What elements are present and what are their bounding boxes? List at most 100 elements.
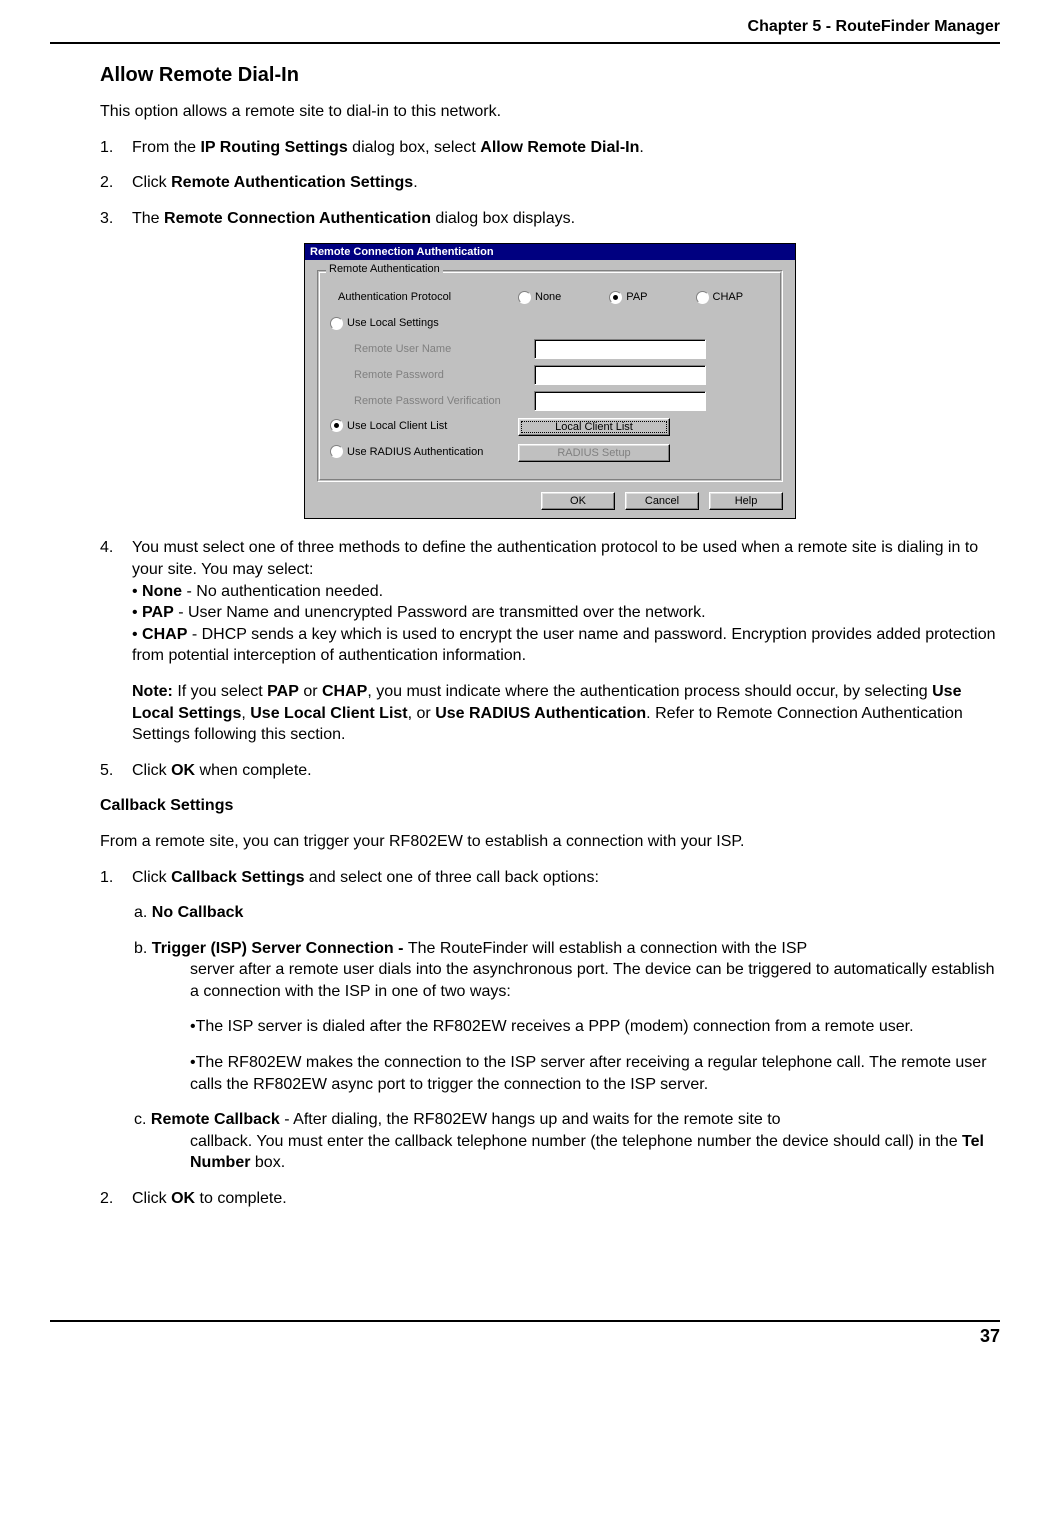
text: . [639,139,643,156]
radio-icon [696,291,709,304]
remote-user-label: Remote User Name [330,343,534,355]
callback-option-b: b. Trigger (ISP) Server Connection - The… [134,938,1000,1003]
callback-step-2: 2. Click OK to complete. [100,1188,1000,1210]
callback-b-bullet2: •The RF802EW makes the connection to the… [190,1052,1000,1095]
text: Click [132,762,171,779]
text: The RouteFinder will establish a connect… [408,940,807,957]
cancel-button[interactable]: Cancel [625,492,699,510]
radio-label: Use Local Settings [347,317,439,329]
text: or [299,683,322,700]
remote-password-label: Remote Password [330,369,534,381]
text: From the [132,139,200,156]
text: a. [134,904,152,921]
text: and select one of three call back option… [304,869,598,886]
radio-label: Use Local Client List [347,420,447,432]
radio-icon [330,445,343,458]
text-bold: Tel Number [190,1133,984,1172]
note-label: Note: [132,683,173,700]
text-bold: Use RADIUS Authentication [435,705,646,722]
ok-button[interactable]: OK [541,492,615,510]
text: The [132,210,164,227]
text-bold: Callback Settings [171,869,304,886]
text-bold: PAP [267,683,299,700]
step-number: 2. [100,172,132,194]
text: • [132,604,142,621]
step-number: 4. [100,537,132,745]
text: dialog box, select [348,139,481,156]
text: . [413,174,417,191]
text: b. [134,940,152,957]
radio-pap[interactable]: PAP [609,291,647,304]
text-bold: CHAP [322,683,367,700]
text-bold: Trigger (ISP) Server Connection - [152,940,408,957]
step-3: 3. The Remote Connection Authentication … [100,208,1000,230]
text: You must select one of three methods to … [132,539,978,578]
callback-option-a: a. No Callback [134,902,1000,924]
dialog-titlebar: Remote Connection Authentication [305,244,795,260]
callback-option-c: c. Remote Callback - After dialing, the … [134,1109,1000,1174]
callback-heading: Callback Settings [100,795,1000,817]
remote-auth-dialog: Remote Connection Authentication Remote … [304,243,796,519]
text-bold: None [142,583,182,600]
radio-use-radius[interactable]: Use RADIUS Authentication [330,445,483,458]
text: - After dialing, the RF802EW hangs up an… [284,1111,780,1128]
step-number: 1. [100,137,132,159]
text-bold: PAP [142,604,174,621]
callback-b-bullet1: •The ISP server is dialed after the RF80… [190,1016,1000,1038]
text: Click [132,174,171,191]
text-bold: CHAP [142,626,187,643]
step-number: 2. [100,1188,132,1210]
radio-label: None [535,291,561,303]
section-title: Allow Remote Dial-In [100,64,1000,87]
text-bold: Allow Remote Dial-In [480,139,639,156]
radio-icon [330,419,343,432]
chapter-header: Chapter 5 - RouteFinder Manager [50,18,1000,44]
callback-step-1: 1. Click Callback Settings and select on… [100,867,1000,889]
section-intro: This option allows a remote site to dial… [100,101,1000,123]
radio-none[interactable]: None [518,291,561,304]
text: dialog box displays. [431,210,575,227]
radio-icon [518,291,531,304]
text: box. [250,1154,285,1171]
radio-label: PAP [626,291,647,303]
text: - User Name and unencrypted Password are… [174,604,706,621]
text: • [132,626,142,643]
remote-user-input[interactable] [534,339,706,359]
text: • [132,583,142,600]
text: , you must indicate where the authentica… [367,683,932,700]
remote-password-input[interactable] [534,365,706,385]
step-2: 2. Click Remote Authentication Settings. [100,172,1000,194]
help-button[interactable]: Help [709,492,783,510]
text-bold: OK [171,1190,195,1207]
radio-use-local-client[interactable]: Use Local Client List [330,419,447,432]
step-1: 1. From the IP Routing Settings dialog b… [100,137,1000,159]
step-number: 5. [100,760,132,782]
radio-label: CHAP [713,291,744,303]
groupbox-title: Remote Authentication [326,263,443,275]
radio-label: Use RADIUS Authentication [347,446,483,458]
radio-chap[interactable]: CHAP [696,291,744,304]
radio-icon [609,291,622,304]
text: , or [408,705,436,722]
radius-setup-button[interactable]: RADIUS Setup [518,444,670,462]
remote-password-verify-input[interactable] [534,391,706,411]
text: - DHCP sends a key which is used to encr… [132,626,996,665]
text-bold: Remote Callback [151,1111,284,1128]
callback-intro: From a remote site, you can trigger your… [100,831,1000,853]
text: c. [134,1111,151,1128]
remote-password-verify-label: Remote Password Verification [330,395,534,407]
step-number: 1. [100,867,132,889]
local-client-list-button[interactable]: Local Client List [518,418,670,436]
text-bold: Remote Authentication Settings [171,174,413,191]
text: If you select [173,683,267,700]
text: to complete. [195,1190,287,1207]
text-bold: IP Routing Settings [200,139,347,156]
text: , [241,705,250,722]
radio-icon [330,317,343,330]
radio-use-local-settings[interactable]: Use Local Settings [330,317,439,330]
text: when complete. [195,762,312,779]
text: Click [132,869,171,886]
text-bold: OK [171,762,195,779]
text: - No authentication needed. [182,583,383,600]
auth-protocol-label: Authentication Protocol [330,291,518,303]
